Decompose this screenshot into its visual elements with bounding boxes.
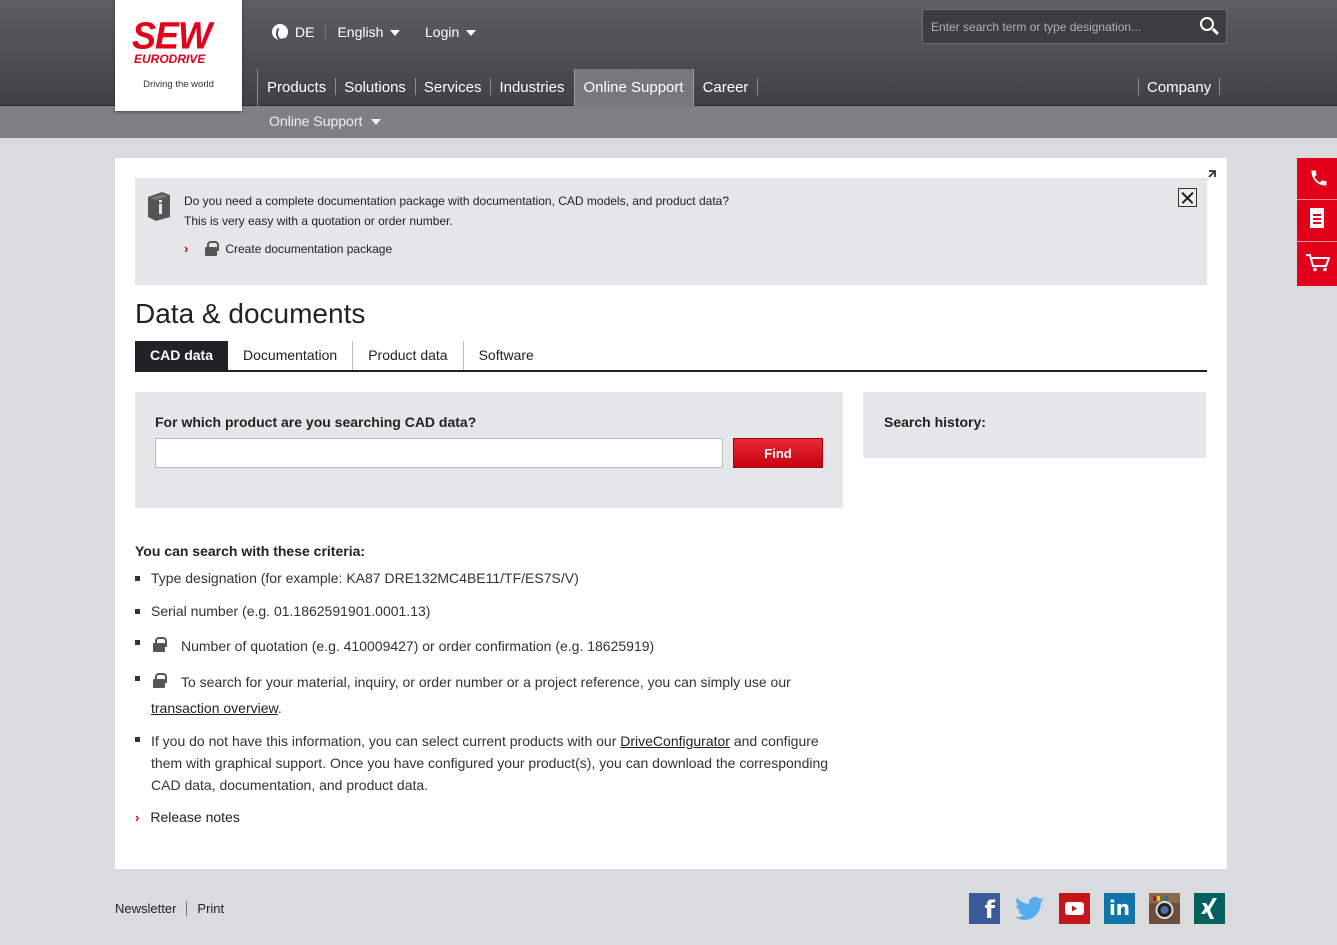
- chevron-down-icon: [390, 30, 401, 37]
- facebook-icon[interactable]: f: [969, 893, 1000, 924]
- language-selector[interactable]: English: [337, 24, 401, 40]
- search-icon[interactable]: [1200, 17, 1214, 31]
- tab-product-data[interactable]: Product data: [353, 341, 464, 370]
- divider: [186, 901, 188, 916]
- bullet: [135, 640, 140, 645]
- release-notes-link[interactable]: › Release notes: [135, 809, 240, 825]
- chevron-down-icon: [466, 30, 477, 37]
- contact-button[interactable]: [1297, 158, 1337, 200]
- logo-wordmark: SEW: [132, 13, 212, 57]
- notice-text: Do you need a complete documentation pac…: [184, 191, 729, 231]
- info-book-icon: [148, 192, 170, 221]
- nav-company[interactable]: Company: [1138, 69, 1221, 106]
- transaction-overview-link[interactable]: transaction overview: [151, 700, 278, 716]
- chevron-down-icon: [371, 119, 382, 126]
- criteria-text: them with graphical support. Once you ha…: [151, 755, 829, 771]
- tab-cad-data[interactable]: CAD data: [135, 341, 229, 370]
- main-navigation: Products Solutions Services Industries O…: [257, 69, 759, 106]
- lock-icon: [152, 673, 167, 688]
- chevron-right-icon: ›: [135, 809, 140, 825]
- nav-career[interactable]: Career: [694, 69, 759, 106]
- logo-tagline: Driving the world: [143, 79, 214, 90]
- twitter-icon[interactable]: [1014, 893, 1045, 924]
- period: .: [277, 700, 282, 716]
- documentation-package-notice: Do you need a complete documentation pac…: [135, 178, 1207, 285]
- document-icon: [1310, 208, 1324, 228]
- lock-icon: [152, 637, 167, 652]
- cad-search-input[interactable]: [155, 438, 723, 468]
- phone-icon: [1311, 170, 1327, 186]
- youtube-icon[interactable]: [1059, 893, 1090, 924]
- instagram-icon[interactable]: [1149, 893, 1180, 924]
- criteria-text: Serial number (e.g. 01.1862591901.0001.1…: [151, 603, 431, 619]
- search-input[interactable]: [923, 10, 1188, 43]
- driveconfigurator-link[interactable]: DriveConfigurator: [620, 733, 730, 749]
- notice-line-2: This is very easy with a quotation or or…: [184, 214, 453, 228]
- nav-online-support[interactable]: Online Support: [573, 69, 694, 106]
- logo-subtitle: EURODRIVE: [134, 52, 206, 66]
- cad-search-panel: For which product are you searching CAD …: [135, 392, 843, 508]
- sew-logo[interactable]: SEW EURODRIVE Driving the world: [115, 0, 242, 111]
- login-menu[interactable]: Login: [425, 24, 477, 40]
- nav-industries[interactable]: Industries: [490, 69, 573, 106]
- globe-icon: [272, 24, 288, 41]
- criteria-text: CAD data, documentation, and product dat…: [151, 777, 429, 793]
- close-icon[interactable]: [1178, 188, 1197, 207]
- region-language-selector: DE English: [272, 24, 401, 41]
- print-link[interactable]: Print: [197, 901, 224, 916]
- tab-documentation[interactable]: Documentation: [228, 341, 354, 370]
- criteria-text: If you do not have this information, you…: [151, 733, 617, 749]
- nav-products[interactable]: Products: [257, 69, 335, 106]
- cart-button[interactable]: [1297, 242, 1337, 284]
- nav-solutions[interactable]: Solutions: [335, 69, 415, 106]
- criteria-text: and configure: [733, 733, 819, 749]
- criteria-text: Number of quotation (e.g. 410009427) or …: [181, 638, 655, 654]
- social-links: f in: [969, 893, 1225, 924]
- divider: [325, 24, 327, 40]
- bullet: [135, 576, 140, 581]
- lock-icon: [204, 241, 220, 256]
- notice-line-1: Do you need a complete documentation pac…: [184, 194, 730, 208]
- criteria-text: Type designation (for example: KA87 DRE1…: [151, 570, 579, 586]
- newsletter-link[interactable]: Newsletter: [115, 901, 176, 916]
- find-button[interactable]: Find: [733, 438, 823, 468]
- search-history-title: Search history:: [884, 414, 986, 430]
- criteria-text: To search for your material, inquiry, or…: [181, 674, 791, 690]
- page-title: Data & documents: [135, 298, 366, 329]
- footer-links: Newsletter Print: [115, 901, 224, 916]
- header-search: [922, 9, 1227, 44]
- bullet: [135, 609, 140, 614]
- criteria-title: You can search with these criteria:: [135, 543, 366, 559]
- bullet: [135, 737, 140, 742]
- cart-icon: [1306, 254, 1330, 272]
- main-content: Do you need a complete documentation pac…: [115, 158, 1227, 869]
- country-selector[interactable]: DE: [295, 24, 314, 40]
- tab-bar: CAD data Documentation Product data Soft…: [135, 341, 1207, 372]
- search-question: For which product are you searching CAD …: [155, 414, 477, 430]
- linkedin-icon[interactable]: in: [1104, 893, 1135, 924]
- nav-services[interactable]: Services: [414, 69, 491, 106]
- link-label: Create documentation package: [225, 241, 393, 256]
- bullet: [135, 676, 140, 681]
- search-history-panel: Search history:: [863, 392, 1206, 458]
- side-toolbar: [1297, 158, 1337, 286]
- chevron-right-icon: ›: [184, 241, 189, 256]
- subnav-online-support[interactable]: Online Support: [269, 113, 382, 129]
- xing-icon[interactable]: [1194, 893, 1225, 924]
- tab-software[interactable]: Software: [464, 341, 549, 370]
- documents-button[interactable]: [1297, 200, 1337, 242]
- create-documentation-package-link[interactable]: › Create documentation package: [184, 241, 392, 256]
- release-notes-label: Release notes: [150, 809, 240, 825]
